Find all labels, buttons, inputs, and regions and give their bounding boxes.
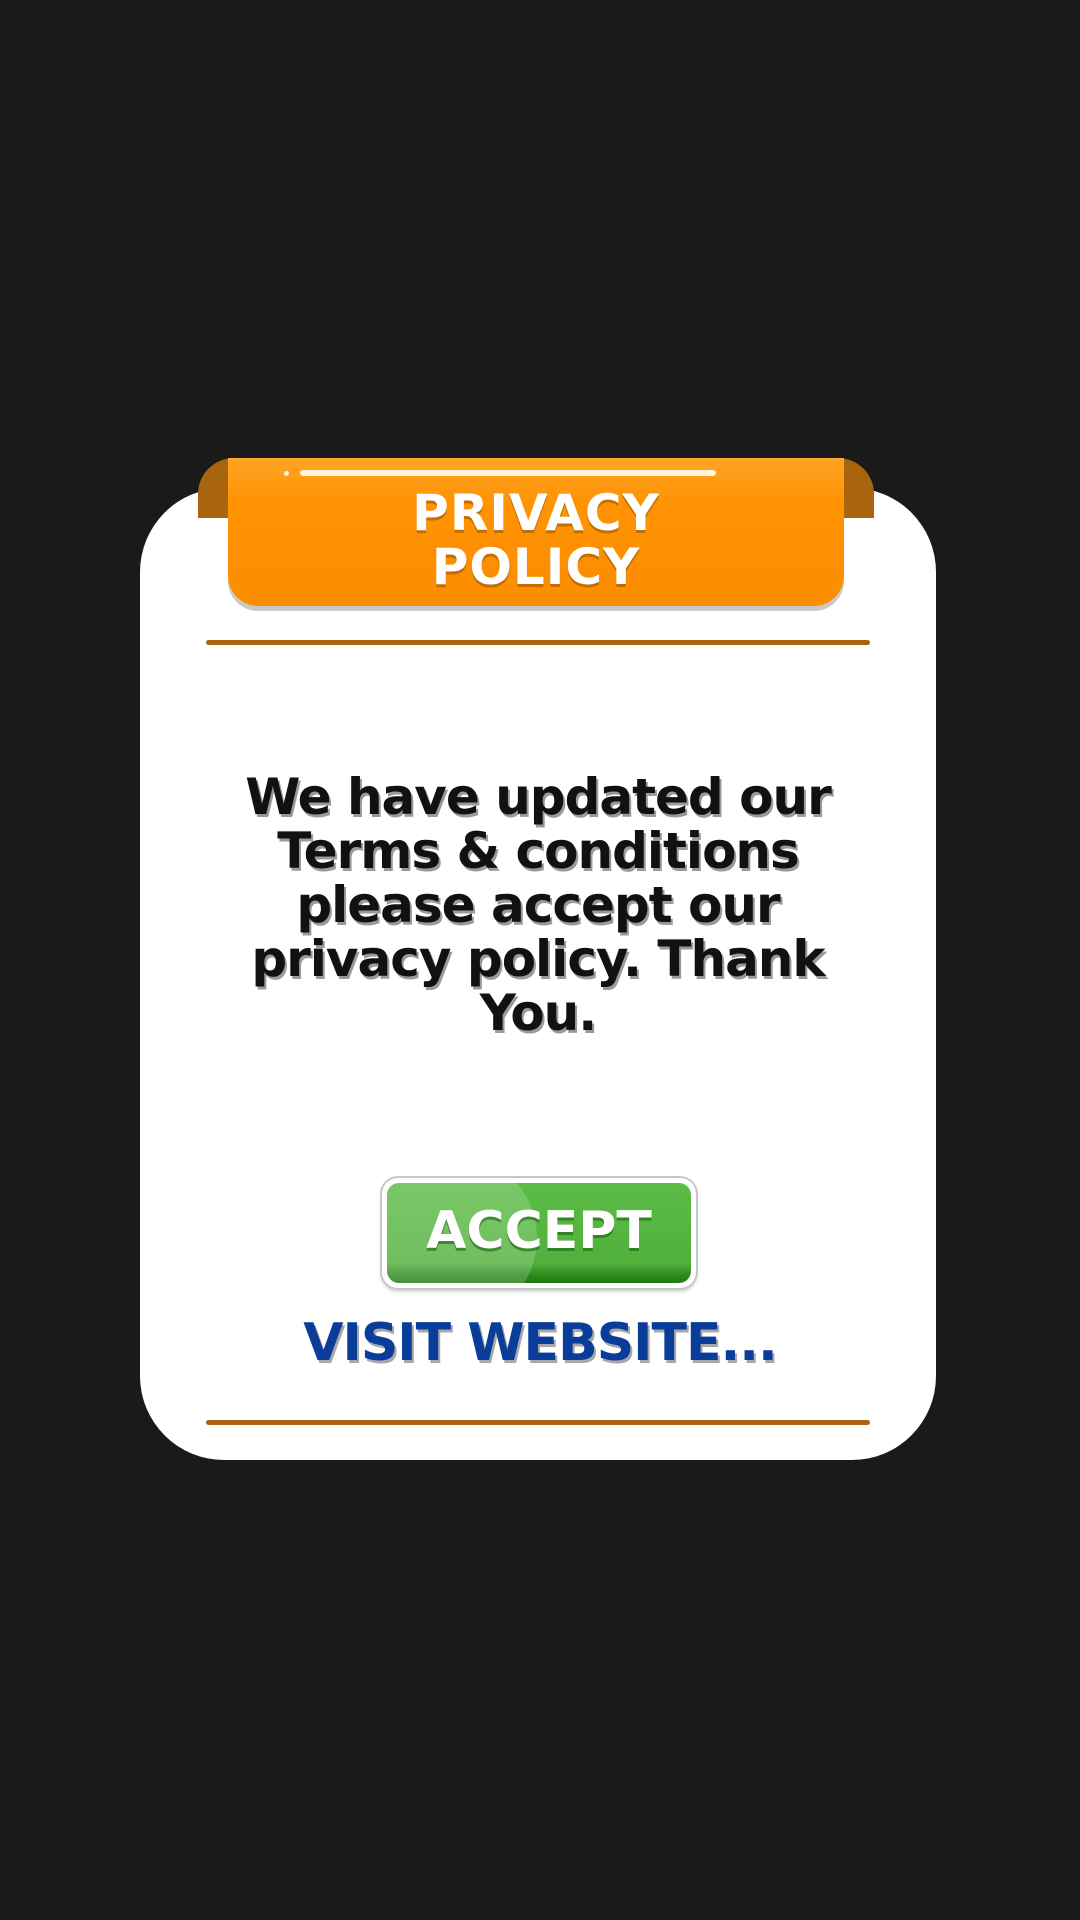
dialog-title: PRIVACY POLICY (412, 484, 660, 596)
accept-button-face[interactable]: ACCEPT (387, 1183, 691, 1283)
dialog-message: We have updated our Terms & conditions p… (245, 768, 831, 1042)
accept-button[interactable]: ACCEPT (382, 1178, 696, 1288)
screen: PRIVACY POLICY We have updated our Terms… (0, 0, 1080, 1920)
divider-bottom (206, 1420, 870, 1425)
divider-top (206, 640, 870, 645)
visit-website-link[interactable]: VISIT WEBSITE... (280, 1312, 800, 1374)
accept-button-label[interactable]: ACCEPT (387, 1201, 691, 1261)
ribbon-shine (300, 470, 716, 476)
title-ribbon: PRIVACY POLICY (228, 458, 844, 606)
ribbon-shine-dot (284, 471, 289, 476)
